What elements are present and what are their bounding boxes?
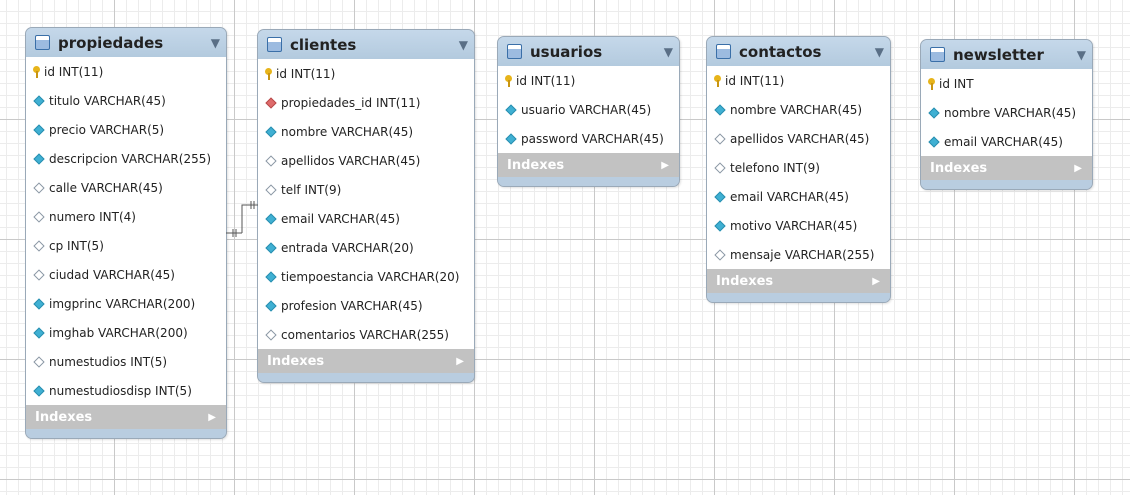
relationship-lines [226,201,258,237]
relationship-clientes-propiedades[interactable] [226,201,258,237]
